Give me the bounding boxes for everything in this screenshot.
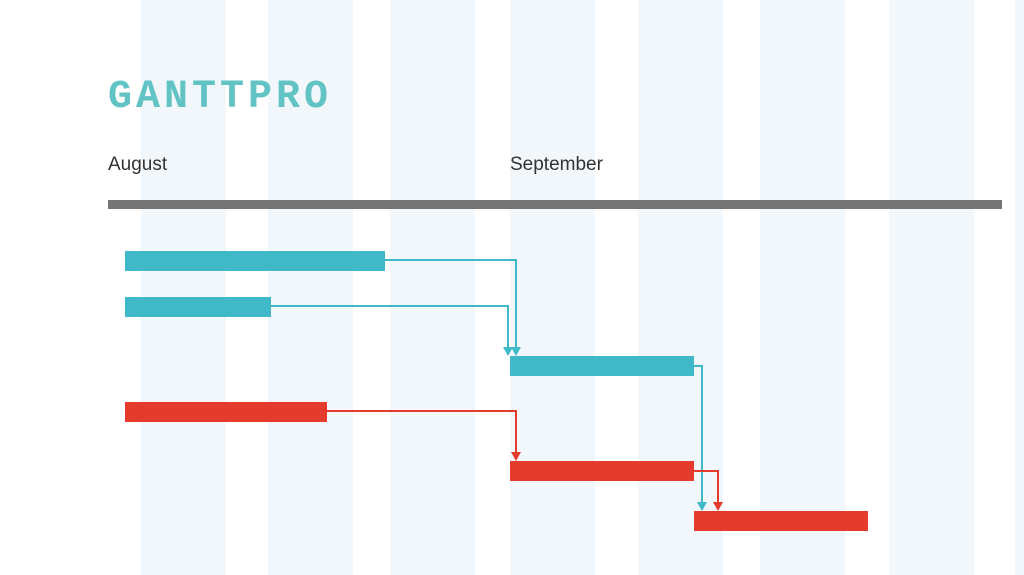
brand-logo: GANTTPRO bbox=[108, 75, 332, 120]
task-bar-t3[interactable] bbox=[510, 356, 694, 376]
task-bar-t6[interactable] bbox=[694, 511, 868, 531]
timeline-ruler bbox=[108, 200, 1002, 209]
month-label-august: August bbox=[108, 154, 167, 176]
timeline-column bbox=[390, 0, 475, 575]
task-bar-t5[interactable] bbox=[510, 461, 694, 481]
timeline-column bbox=[510, 0, 595, 575]
timeline-column bbox=[1015, 0, 1024, 575]
timeline-column bbox=[638, 0, 723, 575]
task-bar-t2[interactable] bbox=[125, 297, 271, 317]
gantt-chart: GANTTPRO August September bbox=[0, 0, 1024, 575]
timeline-column bbox=[760, 0, 845, 575]
task-bar-t1[interactable] bbox=[125, 251, 385, 271]
task-bar-t4[interactable] bbox=[125, 402, 327, 422]
timeline-column bbox=[889, 0, 974, 575]
month-label-september: September bbox=[510, 154, 603, 176]
